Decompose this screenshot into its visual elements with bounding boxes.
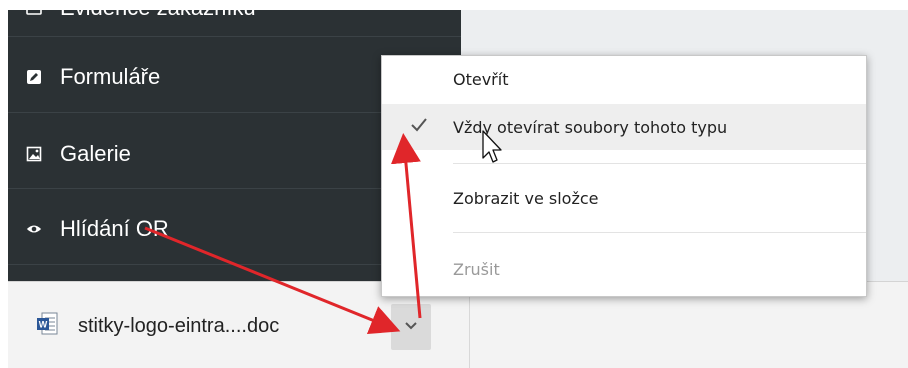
sidebar-item-label: Galerie bbox=[60, 141, 131, 166]
download-file-name: stitky-logo-eintra....doc bbox=[78, 315, 280, 337]
menu-item-always-open[interactable]: Vždy otevírat soubory tohoto typu bbox=[382, 104, 866, 150]
download-menu-button[interactable] bbox=[391, 304, 431, 350]
edit-icon bbox=[26, 69, 42, 85]
chevron-down-icon bbox=[404, 318, 418, 336]
menu-separator bbox=[453, 232, 866, 233]
download-item[interactable]: W stitky-logo-eintra....doc bbox=[36, 312, 279, 341]
word-document-icon: W bbox=[36, 312, 58, 341]
menu-item-cancel[interactable]: Zrušit bbox=[382, 246, 866, 292]
eye-icon bbox=[26, 221, 42, 237]
menu-item-label: Vždy otevírat soubory tohoto typu bbox=[453, 117, 728, 137]
svg-text:W: W bbox=[39, 320, 48, 330]
top-strip bbox=[0, 0, 908, 10]
sidebar-item-label: Formuláře bbox=[60, 64, 161, 89]
sidebar-item-evidence[interactable]: Evidence zákazníků bbox=[8, 10, 461, 36]
sidebar-item-label: Hlídání OR bbox=[60, 216, 169, 241]
menu-item-label: Otevřít bbox=[453, 69, 509, 89]
list-icon bbox=[26, 10, 42, 16]
sidebar-divider bbox=[8, 36, 461, 37]
menu-item-show-in-folder[interactable]: Zobrazit ve složce bbox=[382, 175, 866, 221]
menu-item-label: Zobrazit ve složce bbox=[453, 188, 599, 208]
menu-item-open[interactable]: Otevřít bbox=[382, 56, 866, 102]
download-context-menu: Otevřít Vždy otevírat soubory tohoto typ… bbox=[381, 55, 867, 297]
sidebar-item-label: Evidence zákazníků bbox=[60, 10, 256, 21]
menu-separator bbox=[453, 163, 866, 164]
menu-item-label: Zrušit bbox=[453, 259, 500, 279]
image-icon bbox=[26, 146, 42, 162]
check-icon bbox=[410, 117, 428, 137]
